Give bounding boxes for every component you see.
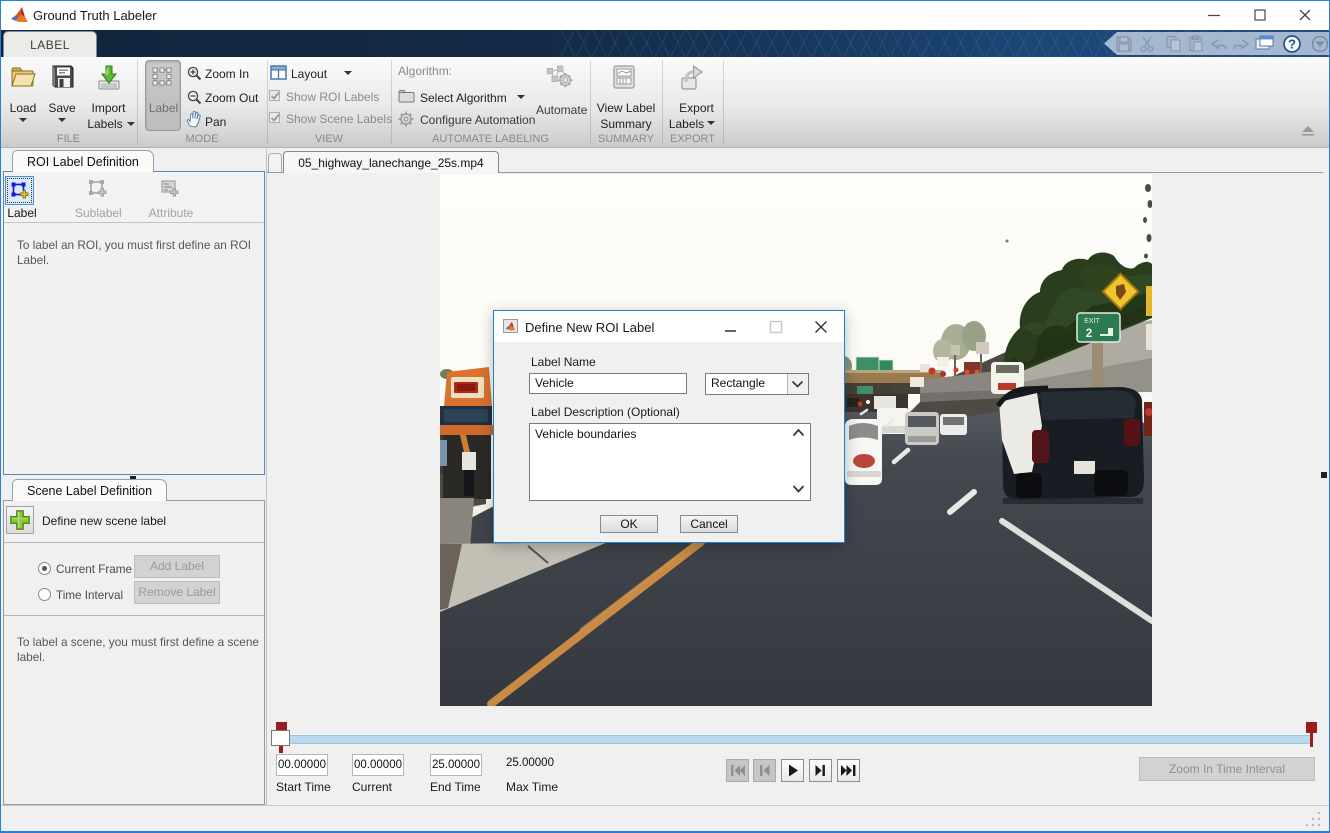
- svg-text:EXIT: EXIT: [1084, 318, 1100, 325]
- svg-text:2: 2: [1086, 326, 1093, 340]
- svg-text:?: ?: [1288, 37, 1296, 52]
